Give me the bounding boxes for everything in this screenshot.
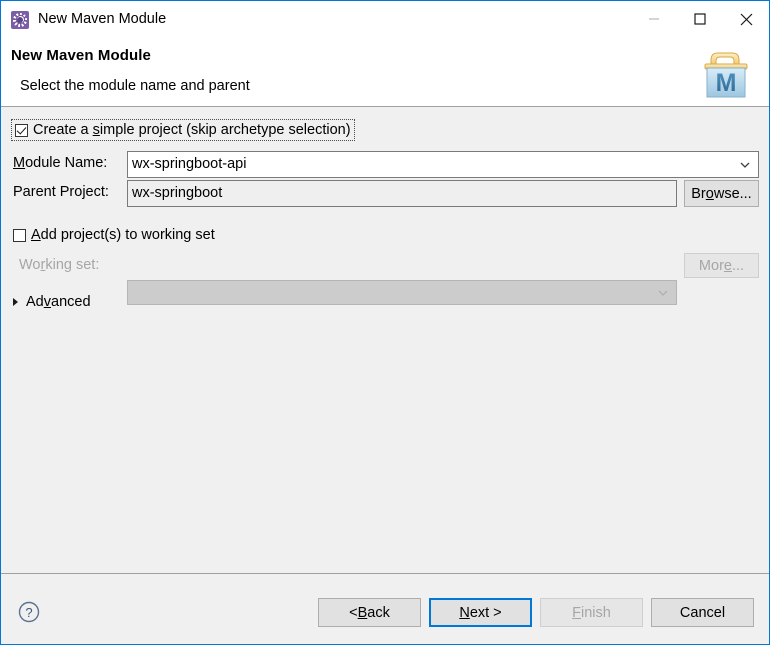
wizard-buttons: < Back Next > Finish Cancel (318, 598, 754, 627)
finish-button: Finish (540, 598, 643, 627)
new-maven-module-dialog: New Maven Module New Maven Module Select… (0, 0, 770, 645)
create-simple-project-checkbox[interactable]: Create a simple project (skip archetype … (11, 119, 355, 141)
minimize-icon (649, 18, 659, 20)
cancel-button[interactable]: Cancel (651, 598, 754, 627)
maven-folder-logo: M (704, 52, 748, 98)
page-title: New Maven Module (11, 47, 151, 64)
form-content: Create a simple project (skip archetype … (1, 107, 769, 573)
button-bar: ? < Back Next > Finish Cancel (1, 573, 769, 644)
add-to-working-set-label: Add project(s) to working set (31, 227, 215, 243)
parent-project-label: Parent Project: (13, 184, 109, 200)
advanced-label: Advanced (26, 294, 91, 310)
back-button[interactable]: < Back (318, 598, 421, 627)
module-name-input[interactable]: wx-springboot-api (127, 151, 759, 178)
add-to-working-set-checkbox[interactable]: Add project(s) to working set (13, 227, 215, 243)
parent-project-value: wx-springboot (132, 185, 223, 201)
chevron-down-icon (740, 162, 750, 168)
chevron-right-icon (13, 298, 18, 306)
window-title: New Maven Module (38, 11, 167, 27)
more-button: Mor e... (684, 253, 759, 278)
maximize-button[interactable] (677, 1, 723, 37)
minimize-button[interactable] (631, 1, 677, 37)
working-set-label: Working set: (19, 257, 100, 273)
create-simple-project-label: Create a simple project (skip archetype … (33, 122, 351, 138)
svg-text:M: M (716, 69, 737, 97)
checkbox-indicator[interactable] (13, 228, 26, 242)
working-set-combo (127, 280, 677, 305)
close-button[interactable] (723, 1, 769, 37)
chevron-down-icon (658, 290, 668, 296)
window-controls (631, 1, 769, 37)
close-icon (740, 13, 752, 25)
module-name-label: Module Name: (13, 155, 108, 171)
parent-project-input[interactable]: wx-springboot (127, 180, 677, 207)
wizard-header: New Maven Module Select the module name … (1, 38, 769, 107)
advanced-expander[interactable]: Advanced (13, 294, 91, 310)
page-subtitle: Select the module name and parent (20, 78, 250, 94)
maven-module-icon (11, 10, 29, 29)
help-icon-glyph: ? (25, 605, 32, 620)
next-button[interactable]: Next > (429, 598, 532, 627)
title-bar[interactable]: New Maven Module (1, 1, 769, 38)
module-name-value: wx-springboot-api (132, 156, 247, 172)
browse-button[interactable]: Br o wse... (684, 180, 759, 207)
maximize-icon (694, 13, 706, 25)
help-button[interactable]: ? (18, 601, 40, 623)
checkbox-indicator[interactable] (15, 123, 28, 137)
